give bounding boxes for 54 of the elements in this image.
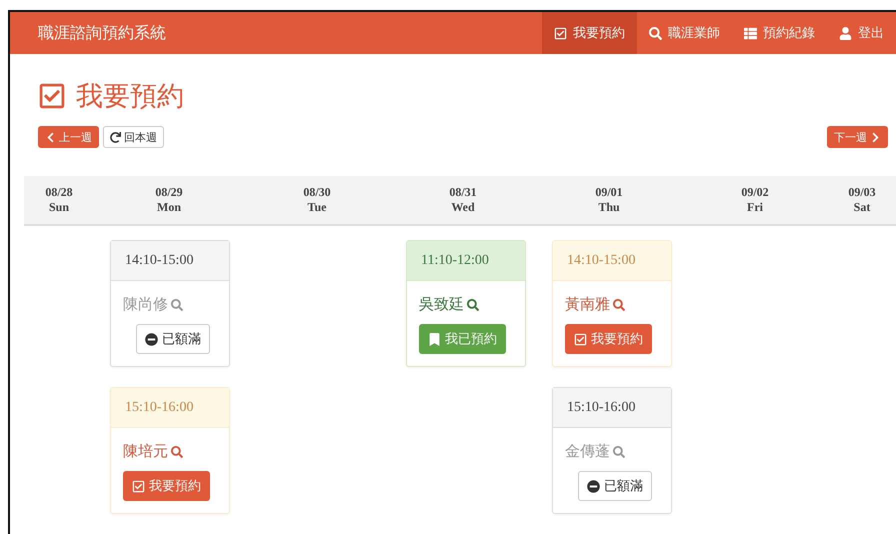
- search-icon: [171, 446, 183, 458]
- next-week-button[interactable]: 下一週: [827, 126, 888, 148]
- day-date: 09/01: [595, 185, 623, 200]
- nav-item[interactable]: 職涯業師: [637, 12, 732, 54]
- bookmark-icon: [428, 332, 441, 346]
- page-title: 我要預約: [76, 80, 184, 114]
- time-slot: 14:10-15:00: [111, 241, 229, 281]
- time-slot: 11:10-12:00: [407, 241, 525, 281]
- previous-week-button[interactable]: 上一週: [38, 126, 99, 148]
- day-weekday: Thu: [598, 200, 620, 215]
- booking-button[interactable]: 我要預約: [123, 471, 210, 501]
- day-date: 08/28: [45, 185, 73, 200]
- day-date: 09/03: [848, 185, 876, 200]
- day-weekday: Tue: [308, 200, 326, 215]
- day-weekday: Sun: [48, 200, 70, 215]
- day-weekday: Sat: [854, 200, 870, 215]
- day-date: 08/30: [303, 185, 331, 200]
- day-date: 08/31: [449, 185, 477, 200]
- nav-item[interactable]: 我要預約: [542, 12, 637, 54]
- app-title: 職涯諮詢預約系統: [38, 22, 167, 44]
- nav-item[interactable]: 預約紀錄: [732, 12, 827, 54]
- chevron-right-icon: [870, 132, 881, 142]
- nav-item[interactable]: 登出: [827, 12, 896, 54]
- search-icon: [171, 298, 183, 310]
- search-icon: [613, 446, 625, 458]
- chevron-left-icon: [45, 132, 56, 142]
- advisor-name[interactable]: 陳培元: [123, 442, 223, 461]
- booking-button[interactable]: 已額滿: [136, 324, 210, 354]
- advisor-name[interactable]: 陳尚修: [123, 295, 223, 314]
- search-icon: [649, 26, 662, 40]
- booking-button[interactable]: 我已預約: [419, 324, 506, 354]
- time-slot: 15:10-16:00: [111, 388, 229, 428]
- day-date: 09/02: [741, 185, 769, 200]
- day-weekday: Wed: [451, 200, 475, 215]
- refresh-icon: [110, 132, 121, 142]
- time-slot: 14:10-15:00: [553, 241, 671, 281]
- advisor-name[interactable]: 金傳蓬: [565, 442, 665, 461]
- current-week-button[interactable]: 回本週: [103, 126, 164, 148]
- search-icon: [613, 298, 625, 310]
- day-weekday: Fri: [747, 200, 763, 215]
- day-date: 08/29: [155, 185, 183, 200]
- list-icon: [744, 26, 757, 40]
- checkbox-icon: [132, 480, 145, 492]
- checkbox-icon: [38, 82, 66, 110]
- time-slot: 15:10-16:00: [553, 388, 671, 428]
- booking-button[interactable]: 我要預約: [565, 324, 652, 354]
- booking-button[interactable]: 已額滿: [578, 471, 652, 501]
- advisor-name[interactable]: 黃南雅: [565, 295, 665, 314]
- day-weekday: Mon: [157, 200, 181, 215]
- checkbox-icon: [554, 26, 567, 40]
- advisor-name[interactable]: 吳致廷: [419, 295, 519, 314]
- checkbox-icon: [574, 332, 587, 346]
- search-icon: [467, 298, 479, 310]
- user-icon: [839, 26, 852, 40]
